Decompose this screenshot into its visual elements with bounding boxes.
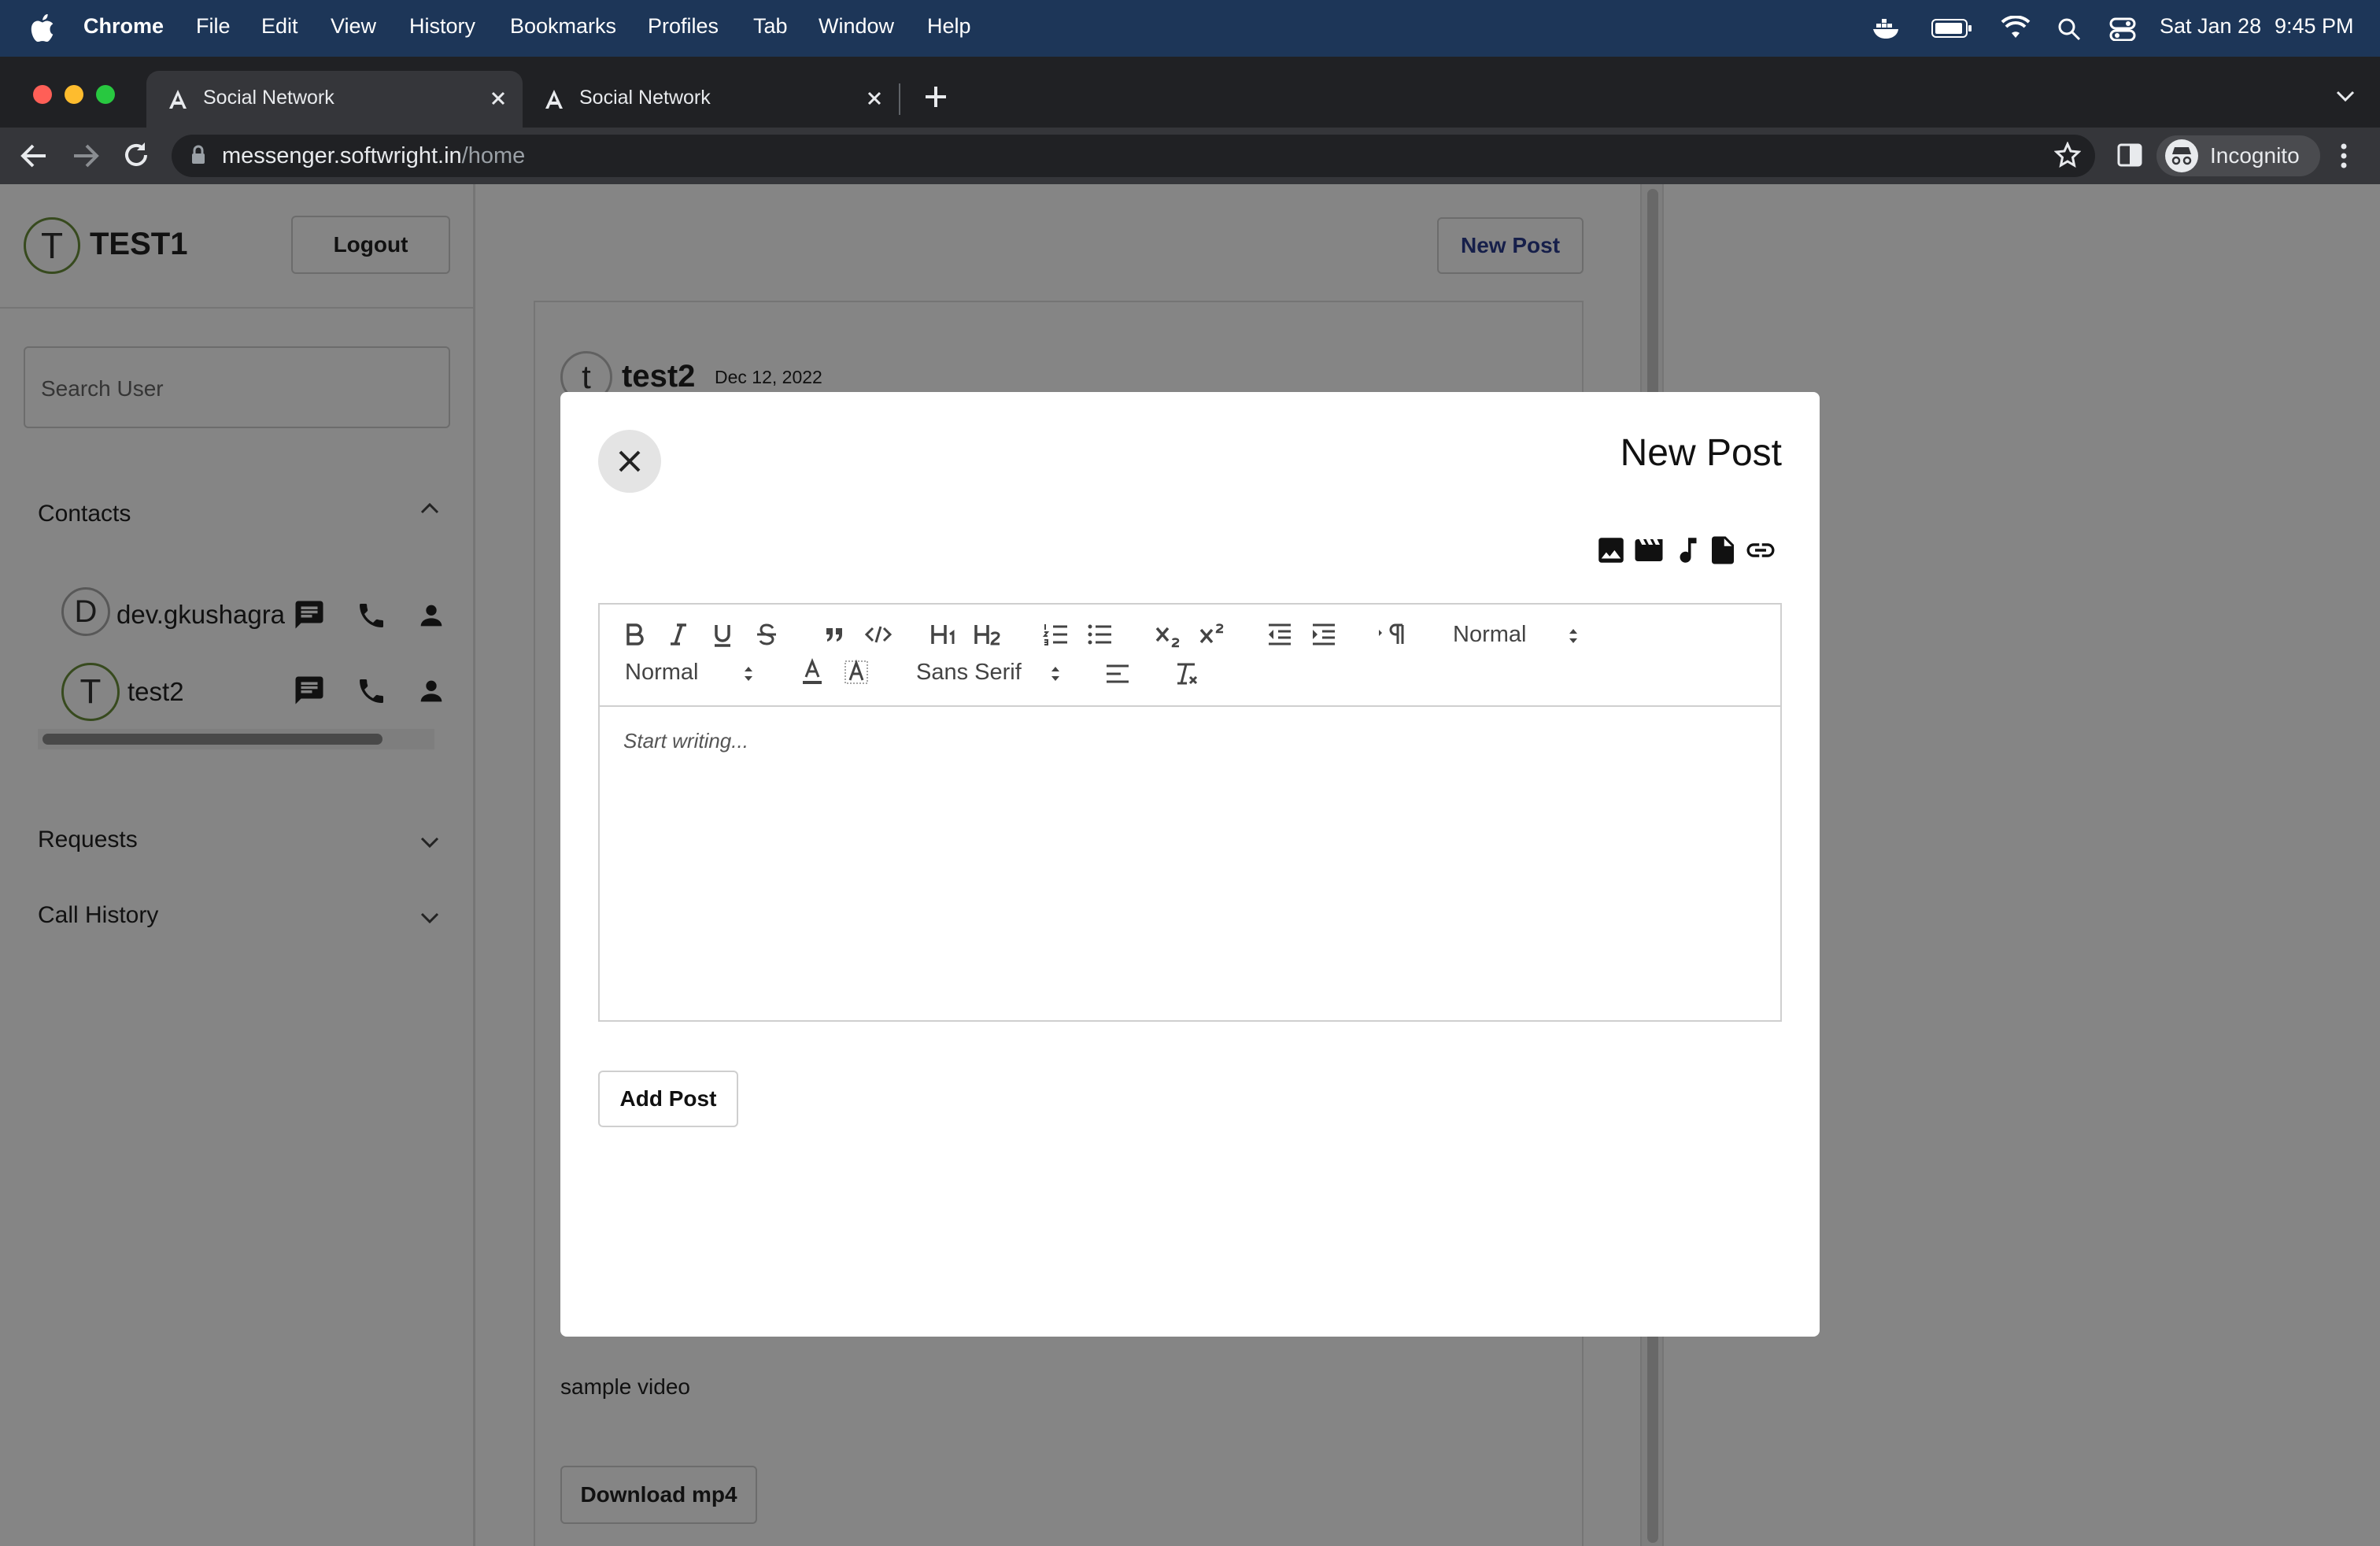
- menu-window[interactable]: Window: [819, 14, 894, 39]
- reload-icon[interactable]: [121, 140, 151, 170]
- heading-2-icon[interactable]: [973, 619, 1004, 650]
- post-editor[interactable]: Start writing...: [598, 705, 1782, 1022]
- select-arrows-icon: [1569, 629, 1577, 643]
- size-select[interactable]: Normal: [625, 660, 757, 686]
- menu-help[interactable]: Help: [927, 14, 971, 39]
- angular-favicon-icon: [169, 90, 187, 109]
- outdent-icon[interactable]: [1264, 619, 1295, 650]
- menubar-time[interactable]: 9:45 PM: [2275, 14, 2354, 39]
- tab-title: Social Network: [579, 87, 711, 109]
- menu-bookmarks[interactable]: Bookmarks: [510, 14, 616, 39]
- bookmark-star-icon[interactable]: [2054, 142, 2081, 168]
- underline-icon[interactable]: [707, 619, 738, 650]
- header-format-value: Normal: [1453, 622, 1527, 647]
- window-close-button[interactable]: [33, 85, 52, 104]
- italic-icon[interactable]: [663, 619, 694, 650]
- align-left-icon[interactable]: [1102, 658, 1133, 690]
- menu-view[interactable]: View: [331, 14, 376, 39]
- macos-menu-bar: Chrome File Edit View History Bookmarks …: [0, 0, 2380, 57]
- close-dialog-button[interactable]: [598, 430, 661, 493]
- close-tab-icon[interactable]: [864, 88, 885, 109]
- browser-tab-2[interactable]: Social Network: [523, 71, 899, 128]
- side-panel-icon[interactable]: [2117, 143, 2142, 167]
- menu-profiles[interactable]: Profiles: [648, 14, 719, 39]
- incognito-icon: [2165, 139, 2198, 172]
- link-icon[interactable]: [1744, 534, 1777, 567]
- battery-icon[interactable]: [1931, 19, 1972, 38]
- font-family-select[interactable]: Sans Serif: [916, 660, 1070, 686]
- size-value: Normal: [625, 660, 699, 685]
- profile-label: Incognito: [2210, 143, 2300, 168]
- subscript-icon[interactable]: [1152, 619, 1184, 650]
- bold-icon[interactable]: [619, 619, 650, 650]
- heading-1-icon[interactable]: [929, 619, 960, 650]
- control-center-icon[interactable]: [2109, 17, 2136, 41]
- tab-divider: [899, 83, 900, 115]
- ordered-list-icon[interactable]: [1040, 619, 1072, 650]
- font-family-value: Sans Serif: [916, 660, 1022, 685]
- audio-icon[interactable]: [1672, 534, 1705, 567]
- indent-icon[interactable]: [1308, 619, 1340, 650]
- browser-tab-1[interactable]: Social Network: [146, 71, 523, 128]
- back-arrow-icon[interactable]: [19, 142, 49, 170]
- editor-placeholder: Start writing...: [623, 729, 748, 753]
- menu-file[interactable]: File: [196, 14, 231, 39]
- menu-tab[interactable]: Tab: [753, 14, 788, 39]
- code-block-icon[interactable]: [863, 619, 894, 650]
- video-icon[interactable]: [1632, 534, 1665, 567]
- docker-icon[interactable]: [1872, 16, 1901, 41]
- superscript-icon[interactable]: [1196, 619, 1228, 650]
- spotlight-search-icon[interactable]: [2057, 17, 2081, 41]
- new-tab-icon[interactable]: [922, 83, 949, 110]
- text-color-icon[interactable]: [796, 656, 828, 688]
- tab-title: Social Network: [203, 87, 334, 109]
- dialog-title: New Post: [1620, 432, 1782, 474]
- tab-search-chevron-icon[interactable]: [2334, 88, 2356, 104]
- select-arrows-icon: [1051, 667, 1059, 681]
- angular-favicon-icon: [545, 90, 563, 109]
- lock-icon[interactable]: [190, 145, 206, 165]
- header-format-select[interactable]: Normal: [1453, 622, 1585, 648]
- close-tab-icon[interactable]: [488, 88, 508, 109]
- apple-logo-icon[interactable]: [30, 14, 55, 43]
- url-path: /home: [461, 143, 526, 168]
- menubar-date[interactable]: Sat Jan 28: [2160, 14, 2261, 39]
- document-icon[interactable]: [1706, 534, 1739, 567]
- url-host: messenger.softwright.in: [222, 143, 462, 168]
- window-zoom-button[interactable]: [96, 85, 115, 104]
- forward-arrow-icon[interactable]: [71, 142, 101, 170]
- bullet-list-icon[interactable]: [1085, 619, 1116, 650]
- strikethrough-icon[interactable]: [751, 619, 782, 650]
- add-post-button[interactable]: Add Post: [598, 1071, 738, 1127]
- blockquote-icon[interactable]: [819, 619, 850, 650]
- clear-formatting-icon[interactable]: [1171, 658, 1203, 690]
- window-minimize-button[interactable]: [65, 85, 83, 104]
- chrome-menu-icon[interactable]: [2338, 142, 2350, 170]
- url-text[interactable]: messenger.softwright.in/home: [222, 143, 525, 169]
- menu-history[interactable]: History: [409, 14, 475, 39]
- text-direction-icon[interactable]: [1376, 619, 1407, 650]
- background-color-icon[interactable]: [841, 656, 872, 688]
- image-icon[interactable]: [1595, 534, 1628, 567]
- close-icon: [619, 450, 641, 472]
- menu-app-chrome[interactable]: Chrome: [83, 14, 164, 39]
- menu-edit[interactable]: Edit: [261, 14, 298, 39]
- wifi-icon[interactable]: [2001, 16, 2031, 41]
- select-arrows-icon: [745, 667, 752, 681]
